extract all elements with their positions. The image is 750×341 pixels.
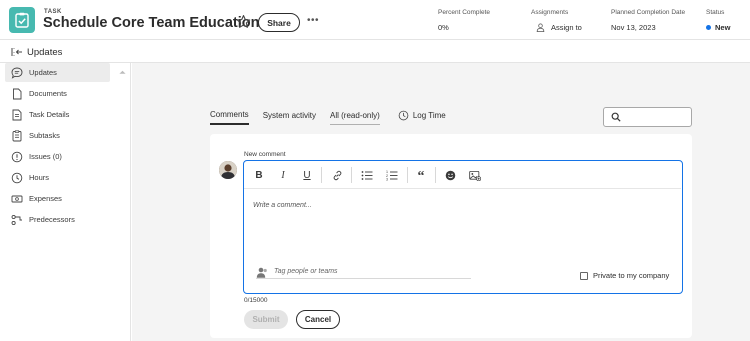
planned-completion-value[interactable]: Nov 13, 2023 bbox=[611, 23, 656, 32]
percent-complete-value[interactable]: 0% bbox=[438, 23, 449, 32]
character-counter: 0/15000 bbox=[244, 297, 268, 304]
tab-comments[interactable]: Comments bbox=[210, 110, 249, 125]
sidebar-item-label: Issues (0) bbox=[29, 152, 62, 161]
task-clipboard-icon bbox=[9, 7, 35, 33]
assignments-label: Assignments bbox=[531, 9, 569, 16]
planned-completion-label: Planned Completion Date bbox=[611, 9, 686, 16]
quote-icon[interactable]: “ bbox=[414, 168, 428, 184]
sidebar-item-expenses[interactable]: Expenses bbox=[5, 189, 110, 208]
task-details-icon bbox=[12, 109, 22, 120]
tab-system-activity[interactable]: System activity bbox=[263, 111, 316, 124]
sidebar-item-task-details[interactable]: Task Details bbox=[5, 105, 110, 124]
italic-icon[interactable]: I bbox=[276, 168, 290, 182]
log-time-label: Log Time bbox=[412, 111, 446, 120]
predecessors-icon bbox=[11, 214, 22, 225]
comment-editor[interactable]: B I U 123 “ Write a comment... Tag peopl… bbox=[243, 160, 683, 294]
page-title: Schedule Core Team Education bbox=[43, 15, 260, 31]
insert-image-icon[interactable] bbox=[468, 168, 482, 182]
private-to-company-checkbox[interactable]: Private to my company bbox=[580, 271, 669, 280]
sidebar-item-label: Subtasks bbox=[29, 131, 60, 140]
clock-icon bbox=[398, 110, 409, 121]
link-icon[interactable] bbox=[330, 168, 344, 182]
sidebar-item-hours[interactable]: Hours bbox=[5, 168, 110, 187]
subtasks-icon bbox=[12, 129, 22, 141]
emoji-icon[interactable] bbox=[443, 168, 457, 182]
chat-bubble-icon bbox=[11, 67, 23, 79]
toolbar-divider bbox=[351, 167, 352, 183]
user-icon bbox=[536, 23, 545, 32]
log-time-button[interactable]: Log Time bbox=[398, 110, 446, 125]
sidebar-item-subtasks[interactable]: Subtasks bbox=[5, 126, 110, 145]
tab-all-read-only[interactable]: All (read-only) bbox=[330, 111, 380, 125]
people-icon bbox=[256, 267, 267, 278]
sidebar: Updates Documents Task Details Subtasks … bbox=[0, 63, 131, 341]
toolbar-divider bbox=[435, 167, 436, 183]
sidebar-item-label: Expenses bbox=[29, 194, 62, 203]
tab-bar: Comments System activity All (read-only)… bbox=[210, 110, 446, 125]
comment-text-area[interactable]: Write a comment... bbox=[253, 202, 312, 209]
numbered-list-icon[interactable]: 123 bbox=[385, 168, 399, 182]
clock-icon bbox=[11, 172, 23, 183]
assign-to-button[interactable]: Assign to bbox=[536, 23, 582, 32]
formatting-toolbar: B I U 123 “ bbox=[244, 161, 681, 189]
svg-text:3: 3 bbox=[386, 177, 388, 181]
sidebar-item-label: Updates bbox=[29, 68, 57, 77]
checkbox-icon[interactable] bbox=[580, 271, 588, 280]
section-header: Updates bbox=[0, 41, 750, 63]
status-value: New bbox=[715, 23, 731, 32]
underline-icon[interactable]: U bbox=[300, 168, 314, 182]
tag-people-input[interactable]: Tag people or teams bbox=[256, 265, 471, 279]
sidebar-item-predecessors[interactable]: Predecessors bbox=[5, 210, 110, 229]
comment-card: New comment B I U 123 “ Write a comment.… bbox=[210, 134, 692, 338]
status-label: Status bbox=[706, 9, 725, 16]
chevron-up-icon[interactable] bbox=[119, 69, 126, 75]
sidebar-item-label: Hours bbox=[29, 173, 50, 182]
issues-icon bbox=[11, 151, 23, 162]
search-icon bbox=[611, 112, 621, 122]
bold-icon[interactable]: B bbox=[252, 168, 266, 182]
sidebar-item-label: Documents bbox=[29, 89, 67, 98]
private-label: Private to my company bbox=[593, 271, 670, 280]
submit-button[interactable]: Submit bbox=[244, 310, 288, 329]
tag-people-placeholder: Tag people or teams bbox=[274, 268, 338, 275]
collapse-sidebar-icon[interactable] bbox=[11, 47, 23, 59]
money-icon bbox=[11, 195, 23, 202]
sidebar-item-updates[interactable]: Updates bbox=[5, 63, 110, 82]
search-input[interactable] bbox=[603, 107, 692, 127]
main-content: Comments System activity All (read-only)… bbox=[132, 63, 750, 341]
sidebar-item-documents[interactable]: Documents bbox=[5, 84, 110, 103]
toolbar-divider bbox=[321, 167, 322, 183]
cancel-button[interactable]: Cancel bbox=[296, 310, 340, 329]
avatar bbox=[219, 161, 237, 179]
toolbar-divider bbox=[407, 167, 408, 183]
new-comment-label: New comment bbox=[244, 151, 286, 158]
more-options-icon[interactable]: ••• bbox=[307, 15, 319, 26]
sidebar-item-label: Predecessors bbox=[29, 215, 75, 224]
share-button[interactable]: Share bbox=[258, 13, 300, 32]
task-header: TASK Schedule Core Team Education Share … bbox=[0, 0, 750, 40]
document-icon bbox=[13, 88, 22, 99]
sidebar-item-issues[interactable]: Issues (0) bbox=[5, 147, 110, 166]
assign-to-label: Assign to bbox=[551, 23, 582, 32]
status-badge[interactable]: New bbox=[706, 23, 730, 32]
percent-complete-label: Percent Complete bbox=[438, 9, 491, 16]
star-icon[interactable] bbox=[236, 14, 252, 30]
sidebar-item-label: Task Details bbox=[29, 110, 70, 119]
bullet-list-icon[interactable] bbox=[360, 168, 374, 182]
section-title: Updates bbox=[27, 47, 63, 58]
status-dot-icon bbox=[706, 25, 711, 30]
